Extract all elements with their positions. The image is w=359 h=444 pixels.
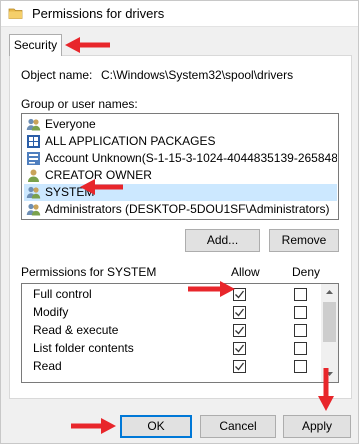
table-row: Read bbox=[32, 357, 322, 375]
group-icon bbox=[26, 118, 41, 131]
scrollbar-thumb[interactable] bbox=[323, 302, 336, 342]
allow-checkbox-modify[interactable] bbox=[233, 306, 246, 319]
folder-icon bbox=[8, 8, 23, 19]
allow-checkbox-read[interactable] bbox=[233, 360, 246, 373]
table-row: List folder contents bbox=[32, 339, 322, 357]
unknown-account-icon bbox=[27, 152, 40, 165]
tab-security[interactable]: Security bbox=[9, 34, 62, 56]
group-name: Everyone bbox=[45, 117, 96, 131]
permissions-dialog: Permissions for drivers Security Object … bbox=[0, 0, 359, 444]
group-list[interactable]: Everyone ALL APPLICATION PACKAGES Accoun… bbox=[21, 113, 339, 220]
add-button[interactable]: Add... bbox=[185, 229, 260, 252]
object-name-label: Object name: bbox=[21, 68, 93, 82]
object-name-value: C:\Windows\System32\spool\drivers bbox=[101, 68, 294, 82]
deny-checkbox-modify[interactable] bbox=[294, 306, 307, 319]
list-item[interactable]: Everyone bbox=[24, 116, 337, 133]
permissions-list[interactable]: Full control Modify Read & execute List … bbox=[21, 283, 339, 383]
window-title: Permissions for drivers bbox=[32, 6, 165, 21]
list-item[interactable]: CREATOR OWNER bbox=[24, 167, 337, 184]
ok-button[interactable]: OK bbox=[120, 415, 192, 438]
scroll-up-icon[interactable] bbox=[321, 284, 338, 301]
allow-column-header: Allow bbox=[231, 265, 260, 279]
group-name: Administrators (DESKTOP-5DOU1SF\Administ… bbox=[45, 202, 330, 216]
red-arrow-icon bbox=[188, 281, 235, 297]
deny-checkbox-list-folder[interactable] bbox=[294, 342, 307, 355]
red-arrow-icon bbox=[80, 179, 123, 195]
table-row: Modify bbox=[32, 303, 322, 321]
allow-checkbox-list-folder[interactable] bbox=[233, 342, 246, 355]
group-icon bbox=[26, 203, 41, 216]
apply-button[interactable]: Apply bbox=[283, 415, 351, 438]
deny-checkbox-read-execute[interactable] bbox=[294, 324, 307, 337]
group-name: Account Unknown(S-1-15-3-1024-4044835139… bbox=[45, 151, 337, 165]
list-item[interactable]: SYSTEM bbox=[24, 184, 337, 201]
deny-column-header: Deny bbox=[292, 265, 321, 279]
permission-name: Read & execute bbox=[33, 323, 119, 337]
deny-checkbox-read[interactable] bbox=[294, 360, 307, 373]
permission-name: Full control bbox=[33, 287, 92, 301]
list-item[interactable]: ALL APPLICATION PACKAGES bbox=[24, 133, 337, 150]
group-name: ALL APPLICATION PACKAGES bbox=[45, 134, 216, 148]
deny-checkbox-full-control[interactable] bbox=[294, 288, 307, 301]
table-row: Read & execute bbox=[32, 321, 322, 339]
title-bar: Permissions for drivers bbox=[1, 1, 358, 27]
cancel-button[interactable]: Cancel bbox=[200, 415, 276, 438]
permission-name: List folder contents bbox=[33, 341, 134, 355]
red-arrow-icon bbox=[318, 368, 334, 411]
table-row: Full control bbox=[32, 285, 322, 303]
permission-name: Modify bbox=[33, 305, 69, 319]
group-icon bbox=[26, 186, 41, 199]
allow-checkbox-read-execute[interactable] bbox=[233, 324, 246, 337]
permission-name: Read bbox=[33, 359, 62, 373]
remove-button[interactable]: Remove bbox=[269, 229, 339, 252]
packages-icon bbox=[27, 135, 40, 148]
user-icon bbox=[28, 169, 39, 182]
group-names-label: Group or user names: bbox=[21, 97, 138, 111]
list-item[interactable]: Administrators (DESKTOP-5DOU1SF\Administ… bbox=[24, 201, 337, 218]
list-item[interactable]: Account Unknown(S-1-15-3-1024-4044835139… bbox=[24, 150, 337, 167]
red-arrow-icon bbox=[71, 418, 116, 434]
permissions-label: Permissions for SYSTEM bbox=[21, 265, 157, 279]
red-arrow-icon bbox=[65, 37, 110, 53]
